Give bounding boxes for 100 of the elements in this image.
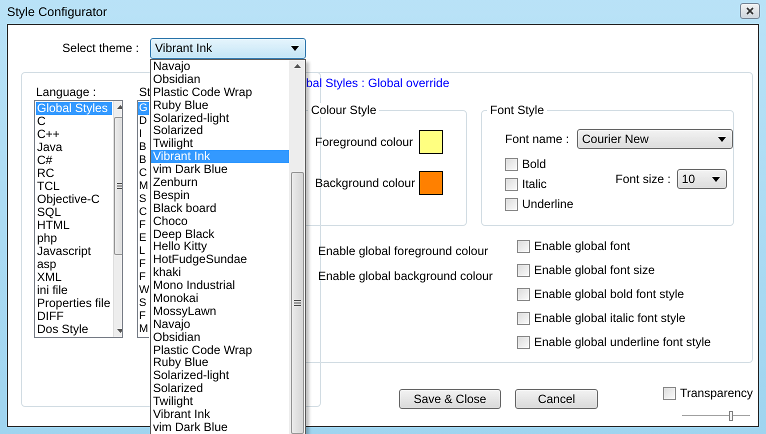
theme-option[interactable]: vim Dark Blue (151, 420, 289, 434)
language-item[interactable]: RC (36, 167, 112, 180)
theme-dropdown[interactable]: Vibrant Ink (150, 38, 306, 58)
style-item[interactable]: W (138, 284, 149, 297)
checkbox-label: Enable global background colour (318, 269, 494, 283)
caret-icon (718, 136, 726, 142)
theme-option[interactable]: Zenburn (151, 176, 289, 189)
language-item[interactable]: SQL (36, 206, 112, 219)
theme-option[interactable]: Ruby Blue (151, 98, 289, 112)
style-item[interactable]: M (138, 323, 149, 336)
theme-option[interactable]: Navajo (151, 60, 289, 73)
language-item[interactable]: Objective-C (36, 193, 112, 206)
language-item[interactable]: C (36, 115, 112, 128)
swatch-label: Background colour (315, 176, 414, 190)
language-item[interactable]: HTML (36, 219, 112, 232)
style-checkbox[interactable]: Italic (505, 177, 574, 191)
font-name-dropdown[interactable]: Courier New (577, 129, 733, 149)
style-checkbox[interactable]: Underline (505, 197, 574, 211)
theme-option[interactable]: Solarized (151, 124, 289, 138)
style-item[interactable]: S (138, 297, 149, 310)
theme-option[interactable]: Twilight (151, 395, 289, 408)
theme-option[interactable]: Obsidian (151, 72, 289, 86)
theme-option[interactable]: HotFudgeSundae (151, 253, 289, 266)
language-item[interactable]: asp (36, 258, 112, 271)
theme-option[interactable]: Vibrant Ink (151, 408, 289, 421)
language-item[interactable]: Dos Style (36, 323, 112, 336)
grip-icon (117, 183, 122, 189)
group-title: Font Style (487, 103, 548, 117)
dialog-button[interactable]: Save & Close (399, 389, 501, 409)
style-item[interactable]: C (138, 167, 149, 180)
style-item[interactable]: E (138, 232, 149, 245)
theme-option[interactable]: Ruby Blue (151, 356, 289, 370)
style-item[interactable]: F (138, 219, 149, 232)
style-item[interactable]: B (138, 141, 149, 154)
theme-option[interactable]: Solarized-light (151, 112, 289, 124)
theme-option[interactable]: Bespin (151, 188, 289, 202)
style-item[interactable]: S (138, 193, 149, 206)
theme-option[interactable]: Deep Black (151, 228, 289, 240)
close-icon (746, 7, 754, 15)
theme-option[interactable]: Solarized (151, 382, 289, 396)
swatch-label: Foreground colour (315, 134, 414, 148)
theme-option[interactable]: Solarized-light (151, 369, 289, 382)
grip-icon (294, 300, 300, 306)
style-checkbox[interactable]: Bold (505, 157, 574, 171)
style-item[interactable]: D (138, 115, 149, 128)
font-size-label: Font size : (615, 172, 671, 186)
language-item[interactable]: Java (36, 141, 112, 154)
style-item[interactable]: F (138, 310, 149, 323)
theme-option[interactable]: Hello Kitty (151, 240, 289, 254)
global-checkbox[interactable]: Enable global underline font style (517, 335, 711, 349)
theme-option[interactable]: Obsidian (151, 330, 289, 344)
style-item[interactable]: C (138, 206, 149, 219)
slider-thumb[interactable] (728, 411, 733, 421)
dialog-button[interactable]: Cancel (515, 389, 598, 409)
caret-icon (291, 46, 299, 50)
style-item[interactable]: B (138, 154, 149, 167)
language-item[interactable]: XML (36, 271, 112, 284)
language-item[interactable]: php (36, 232, 112, 245)
transparency-checkbox[interactable]: Transparency (663, 386, 753, 400)
scroll-up-icon[interactable] (294, 64, 300, 68)
language-label: Language : (36, 86, 98, 99)
language-item[interactable]: DIFF (36, 310, 112, 323)
theme-option[interactable]: Plastic Code Wrap (151, 86, 289, 99)
theme-option[interactable]: Twilight (151, 137, 289, 150)
language-item[interactable]: Javascript (36, 245, 112, 258)
font-size-dropdown[interactable]: 10 (676, 169, 727, 189)
language-item[interactable]: Properties file (36, 297, 112, 310)
font-name-label: Font name : (505, 132, 570, 146)
caret-icon (712, 176, 720, 182)
theme-option[interactable]: Black board (151, 202, 289, 215)
style-item[interactable]: M (138, 180, 149, 193)
style-item[interactable]: I (138, 128, 149, 141)
language-item[interactable]: TCL (36, 180, 112, 193)
theme-option[interactable]: Monokai (151, 292, 289, 305)
panel-title: bal Styles : Global override (306, 76, 450, 90)
global-checkbox[interactable]: Enable global italic font style (517, 311, 711, 325)
theme-option[interactable]: khaki (151, 266, 289, 280)
style-item[interactable]: F (138, 258, 149, 271)
style-item[interactable]: L (138, 245, 149, 258)
close-button[interactable] (740, 3, 760, 19)
theme-option[interactable]: Choco (151, 214, 289, 228)
checkbox-label: Enable global foreground colour (318, 244, 490, 258)
theme-option[interactable]: Plastic Code Wrap (151, 344, 289, 356)
theme-option[interactable]: MossyLawn (151, 304, 289, 318)
language-item[interactable]: C# (36, 154, 112, 167)
colour-swatch[interactable] (419, 130, 443, 154)
language-item[interactable]: ini file (36, 284, 112, 297)
scrollbar[interactable] (289, 60, 305, 434)
theme-option[interactable]: Navajo (151, 318, 289, 331)
theme-option[interactable]: vim Dark Blue (151, 163, 289, 176)
global-checkbox[interactable]: Enable global font size (517, 263, 711, 277)
scroll-up-icon[interactable] (117, 105, 122, 109)
global-checkbox[interactable]: Enable global font (517, 239, 711, 253)
global-checkbox[interactable]: Enable global bold font style (517, 287, 711, 301)
style-item[interactable]: F (138, 271, 149, 284)
colour-swatch[interactable] (419, 170, 443, 194)
scroll-down-icon[interactable] (117, 329, 122, 333)
theme-label: Select theme : (61, 41, 139, 55)
language-item[interactable]: C++ (36, 128, 112, 141)
theme-option[interactable]: Mono Industrial (151, 279, 289, 292)
